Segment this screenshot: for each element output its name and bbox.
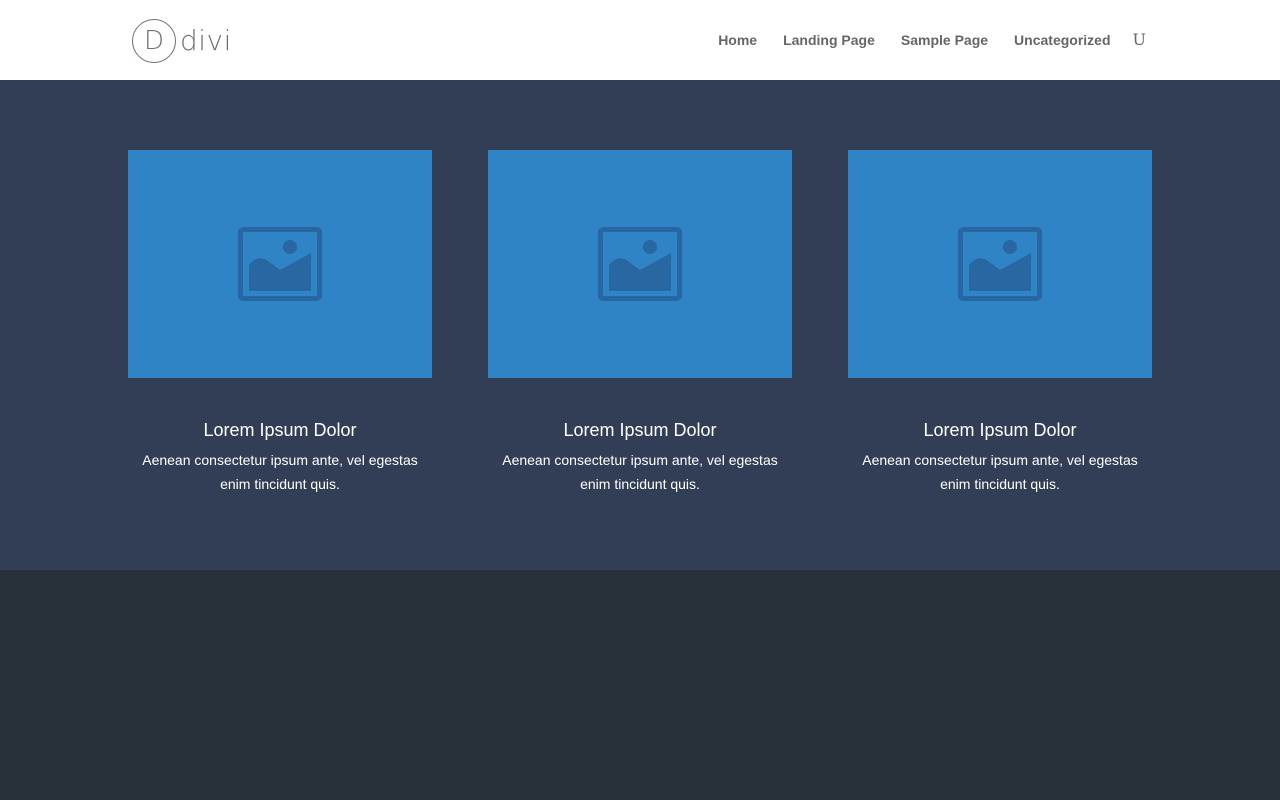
card-image-placeholder [848,150,1152,378]
footer-section [0,570,1280,800]
logo-text: divi [180,24,232,57]
site-logo[interactable]: D divi [132,18,232,64]
search-icon[interactable]: U [1133,32,1146,48]
card-title: Lorem Ipsum Dolor [923,420,1077,440]
main-nav: Home Landing Page Sample Page Uncategori… [718,0,1146,80]
site-header: D divi Home Landing Page Sample Page Unc… [0,0,1280,80]
nav-link-sample-page[interactable]: Sample Page [901,32,988,48]
nav-link-landing-page[interactable]: Landing Page [783,32,875,48]
image-placeholder-icon [238,227,322,301]
card-image-placeholder [488,150,792,378]
card-title: Lorem Ipsum Dolor [563,420,717,440]
image-placeholder-icon [598,227,682,301]
nav-link-uncategorized[interactable]: Uncategorized [1014,32,1110,48]
logo-mark: D [132,19,176,63]
card-description: Aenean consectetur ipsum ante, vel egest… [142,451,418,492]
card-title: Lorem Ipsum Dolor [203,420,357,440]
card-description: Aenean consectetur ipsum ante, vel egest… [862,451,1138,492]
feature-card: Lorem Ipsum Dolor Aenean consectetur ips… [128,150,432,492]
nav-link-home[interactable]: Home [718,32,757,48]
card-description: Aenean consectetur ipsum ante, vel egest… [502,451,778,492]
card-image-placeholder [128,150,432,378]
features-section: Lorem Ipsum Dolor Aenean consectetur ips… [0,80,1280,570]
feature-card: Lorem Ipsum Dolor Aenean consectetur ips… [848,150,1152,492]
feature-card: Lorem Ipsum Dolor Aenean consectetur ips… [488,150,792,492]
image-placeholder-icon [958,227,1042,301]
